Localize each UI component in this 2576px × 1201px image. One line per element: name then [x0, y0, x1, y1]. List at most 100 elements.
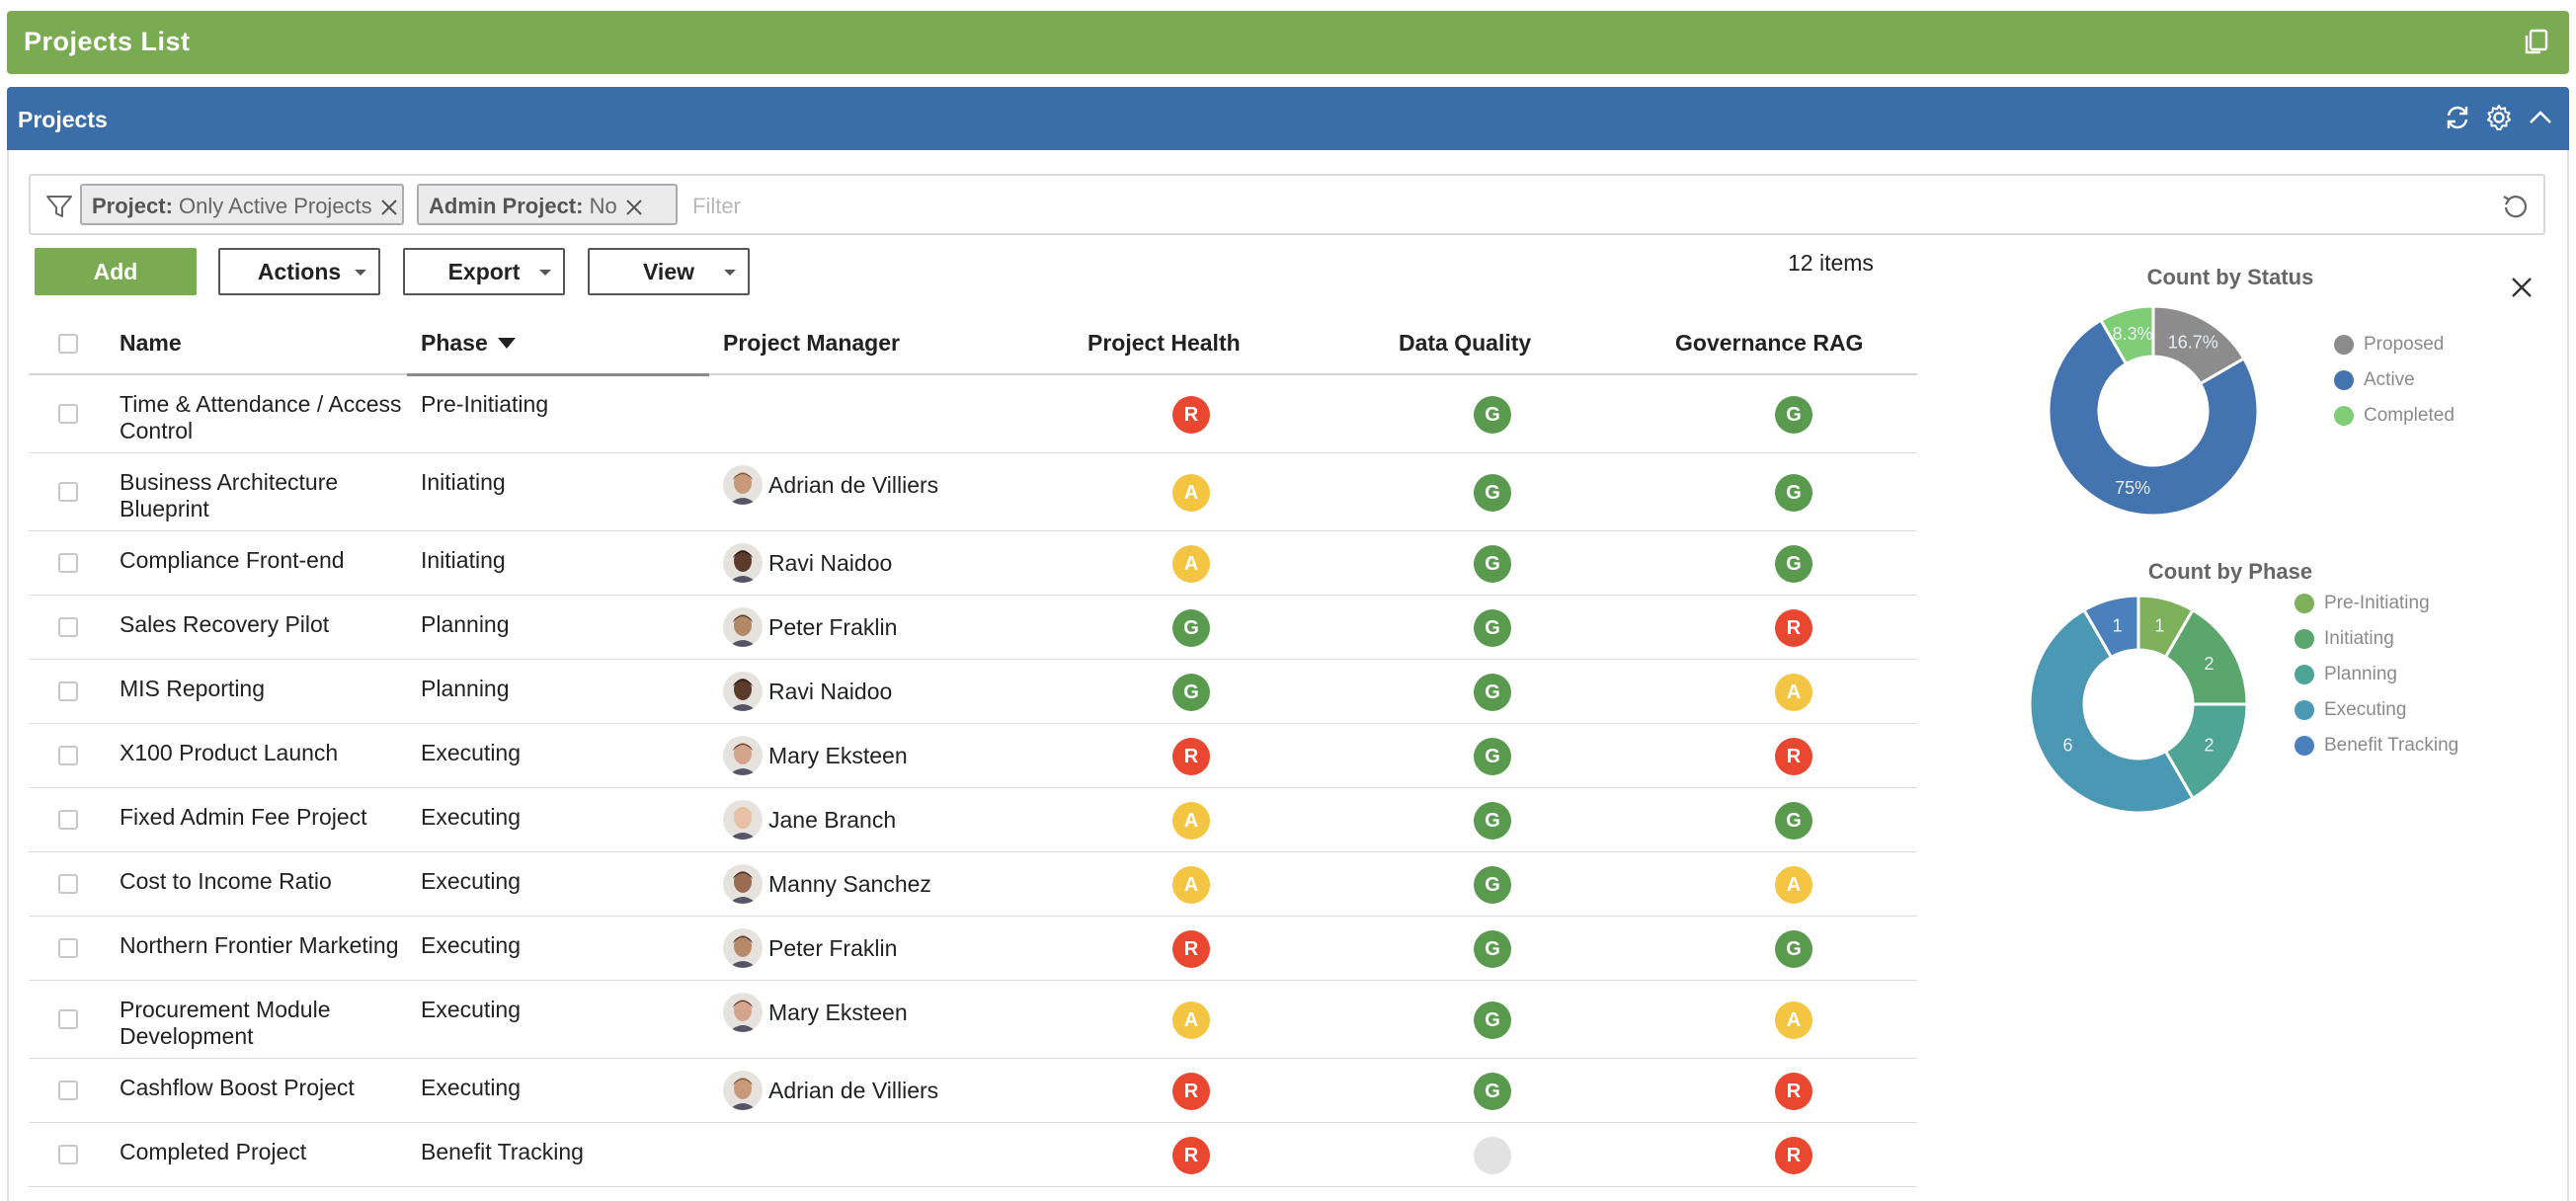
project-name[interactable]: Sales Recovery Pilot — [120, 611, 416, 638]
table-row[interactable]: Sales Recovery Pilot Planning Peter Frakl… — [29, 596, 1917, 660]
column-header-data-quality[interactable]: Data Quality — [1399, 330, 1531, 357]
row-checkbox[interactable] — [58, 938, 78, 958]
legend-label: Planning — [2324, 664, 2397, 684]
row-checkbox[interactable] — [58, 617, 78, 637]
column-header-name[interactable]: Name — [120, 330, 182, 357]
quality-rag-badge: G — [1474, 866, 1511, 904]
row-checkbox[interactable] — [58, 746, 78, 765]
project-name[interactable]: X100 Product Launch — [120, 740, 416, 766]
quality-rag-badge: G — [1474, 930, 1511, 968]
row-checkbox[interactable] — [58, 553, 78, 573]
table-row[interactable]: Completed Project Benefit Tracking R R — [29, 1123, 1917, 1187]
project-name[interactable]: MIS Reporting — [120, 676, 416, 702]
governance-rag-badge: R — [1775, 1073, 1812, 1110]
row-checkbox[interactable] — [58, 1081, 78, 1100]
governance-rag-badge: G — [1775, 474, 1812, 512]
slice-label: 1 — [2113, 615, 2123, 635]
filter-icon[interactable] — [44, 192, 74, 226]
health-rag-badge: R — [1172, 396, 1210, 434]
column-header-phase-label: Phase — [421, 330, 488, 356]
project-manager-name: Mary Eksteen — [768, 999, 908, 1025]
view-dropdown[interactable]: View — [588, 248, 750, 295]
project-name[interactable]: Cost to Income Ratio — [120, 868, 416, 895]
legend-item[interactable]: Planning — [2294, 664, 2397, 685]
table-row[interactable]: Business Architecture Blueprint Initiatin… — [29, 453, 1917, 531]
column-header-phase[interactable]: Phase — [421, 330, 516, 357]
row-checkbox[interactable] — [58, 874, 78, 894]
project-name[interactable]: Completed Project — [120, 1139, 416, 1165]
select-all-checkbox[interactable] — [58, 334, 78, 354]
project-manager: Adrian de Villiers — [723, 1071, 938, 1110]
governance-rag-badge: G — [1775, 396, 1812, 434]
row-checkbox[interactable] — [58, 681, 78, 701]
table-row[interactable]: Fixed Admin Fee Project Executing Jane Br… — [29, 788, 1917, 852]
legend-item[interactable]: Benefit Tracking — [2294, 735, 2458, 757]
avatar — [723, 993, 763, 1032]
legend-label: Benefit Tracking — [2324, 735, 2459, 756]
legend-item[interactable]: Proposed — [2334, 334, 2444, 356]
column-header-governance-rag[interactable]: Governance RAG — [1675, 330, 1863, 357]
project-name[interactable]: Cashflow Boost Project — [120, 1075, 416, 1101]
close-icon[interactable] — [380, 197, 398, 222]
row-checkbox[interactable] — [58, 1145, 78, 1164]
chevron-up-icon[interactable] — [2526, 103, 2555, 132]
filter-chip-project[interactable]: Project: Only Active Projects — [80, 184, 404, 225]
export-dropdown[interactable]: Export — [403, 248, 565, 295]
filter-chip-admin-project[interactable]: Admin Project: No — [417, 184, 678, 225]
close-icon[interactable] — [2509, 275, 2535, 305]
project-phase: Executing — [421, 868, 522, 894]
governance-rag-badge: G — [1775, 930, 1812, 968]
project-phase: Pre-Initiating — [421, 391, 549, 417]
row-checkbox[interactable] — [58, 482, 78, 502]
close-icon[interactable] — [625, 197, 643, 222]
legend-dot — [2334, 406, 2354, 426]
reset-icon[interactable] — [2500, 192, 2530, 226]
legend-item[interactable]: Initiating — [2294, 628, 2394, 650]
project-name[interactable]: Compliance Front-end — [120, 547, 416, 574]
table-row[interactable]: Northern Frontier Marketing Executing Pet… — [29, 917, 1917, 981]
legend-item[interactable]: Active — [2334, 369, 2415, 391]
legend-item[interactable]: Executing — [2294, 699, 2406, 721]
table-row[interactable]: Cashflow Boost Project Executing Adrian d… — [29, 1059, 1917, 1123]
project-name[interactable]: Northern Frontier Marketing — [120, 932, 416, 959]
row-checkbox[interactable] — [58, 404, 78, 424]
chart-title-status: Count by Status — [2146, 265, 2314, 289]
legend-item[interactable]: Pre-Initiating — [2294, 593, 2430, 614]
quality-rag-badge — [1474, 1137, 1511, 1174]
row-checkbox[interactable] — [58, 1009, 78, 1029]
copy-icon[interactable] — [2522, 27, 2551, 61]
project-phase: Executing — [421, 740, 522, 765]
add-button[interactable]: Add — [35, 248, 197, 295]
chip-key: Admin Project: — [429, 194, 584, 218]
table-row[interactable]: Time & Attendance / Access Control Pre-In… — [29, 375, 1917, 453]
refresh-icon[interactable] — [2443, 103, 2472, 132]
project-manager-name: Adrian de Villiers — [768, 1077, 939, 1103]
governance-rag-badge: A — [1775, 674, 1812, 711]
table-row[interactable]: X100 Product Launch Executing Mary Ekstee… — [29, 724, 1917, 788]
project-name[interactable]: Fixed Admin Fee Project — [120, 804, 416, 831]
project-manager: Peter Fraklin — [723, 928, 897, 968]
slice-label: 75% — [2115, 478, 2150, 498]
project-phase: Initiating — [421, 469, 506, 495]
slice-label: 1 — [2154, 615, 2164, 635]
health-rag-badge: G — [1172, 609, 1210, 647]
legend-item[interactable]: Completed — [2334, 405, 2455, 427]
actions-dropdown[interactable]: Actions — [218, 248, 380, 295]
column-header-project-manager[interactable]: Project Manager — [723, 330, 900, 357]
project-name[interactable]: Time & Attendance / Access Control — [120, 391, 416, 444]
table-row[interactable]: MIS Reporting Planning Ravi Naidoo G G A — [29, 660, 1917, 724]
table-row[interactable]: Procurement Module Development Executing … — [29, 981, 1917, 1059]
table-row[interactable]: Compliance Front-end Initiating Ravi Naid… — [29, 531, 1917, 596]
project-name[interactable]: Business Architecture Blueprint — [120, 469, 416, 522]
filter-input[interactable]: Filter — [692, 194, 741, 219]
column-header-project-health[interactable]: Project Health — [1087, 330, 1241, 357]
slice-label: 16.7% — [2168, 332, 2218, 352]
avatar — [723, 607, 763, 647]
row-checkbox[interactable] — [58, 810, 78, 830]
project-phase: Benefit Tracking — [421, 1139, 584, 1164]
legend-label: Initiating — [2324, 628, 2394, 649]
project-name[interactable]: Procurement Module Development — [120, 997, 416, 1050]
table-row[interactable]: Cost to Income Ratio Executing Manny Sanc… — [29, 852, 1917, 917]
avatar — [723, 864, 763, 904]
gear-icon[interactable] — [2484, 103, 2514, 132]
